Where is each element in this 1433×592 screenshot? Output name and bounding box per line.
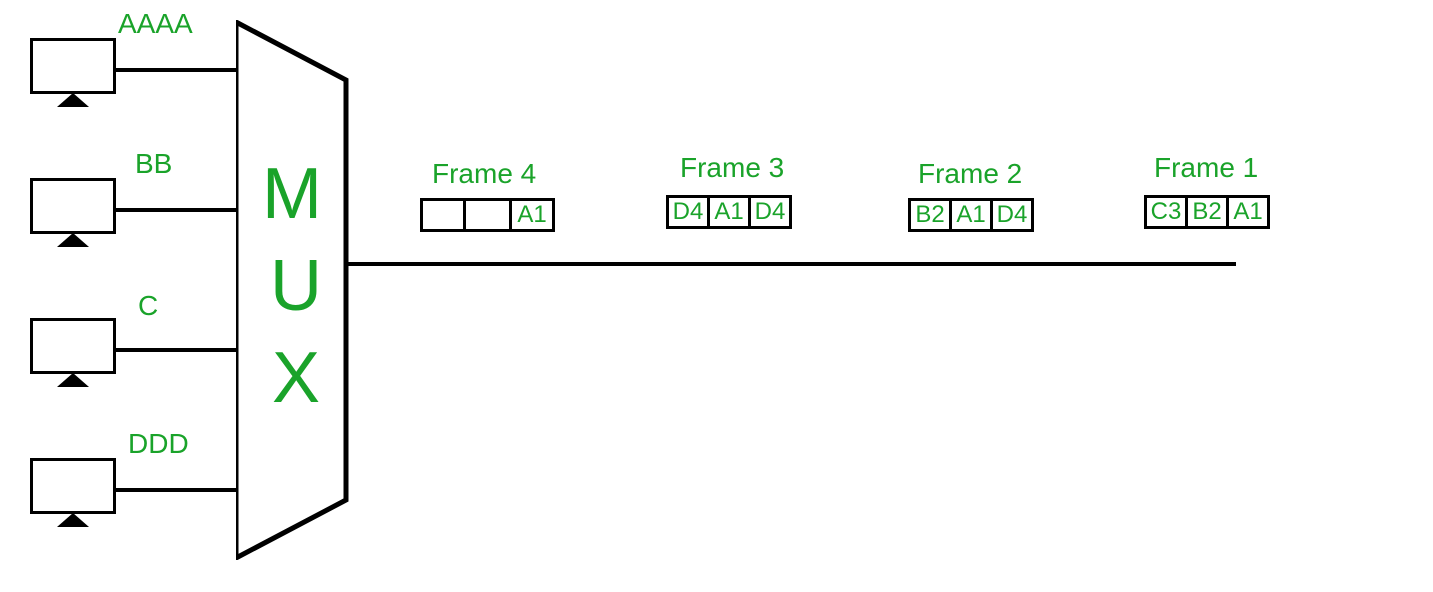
computer-icon: [30, 318, 116, 390]
wire: [116, 68, 236, 72]
frame-cell: A1: [949, 198, 993, 232]
frame-title: Frame 2: [918, 158, 1022, 190]
frame-cell: [463, 198, 512, 232]
frame-cell: B2: [1185, 195, 1229, 229]
mux-label: M: [262, 158, 322, 230]
frame-title: Frame 4: [432, 158, 536, 190]
frame-title: Frame 3: [680, 152, 784, 184]
computer-icon: [30, 178, 116, 250]
frame-cell: D4: [666, 195, 710, 229]
input-label-c: C: [138, 290, 158, 322]
frame-cell: C3: [1144, 195, 1188, 229]
computer-icon: [30, 38, 116, 110]
mux-label: X: [272, 342, 320, 414]
output-wire: [346, 262, 1236, 266]
wire: [116, 208, 236, 212]
frame-cell: D4: [748, 195, 792, 229]
wire: [116, 348, 236, 352]
input-label-b: BB: [135, 148, 172, 180]
frame-cell: B2: [908, 198, 952, 232]
frame-cell: [420, 198, 466, 232]
mux-label: U: [270, 250, 322, 322]
frame-cell: A1: [509, 198, 555, 232]
computer-icon: [30, 458, 116, 530]
input-label-a: AAAA: [118, 8, 193, 40]
frame-cell: D4: [990, 198, 1034, 232]
frame-cell: A1: [707, 195, 751, 229]
frame-title: Frame 1: [1154, 152, 1258, 184]
wire: [116, 488, 236, 492]
frame-cell: A1: [1226, 195, 1270, 229]
input-label-d: DDD: [128, 428, 189, 460]
